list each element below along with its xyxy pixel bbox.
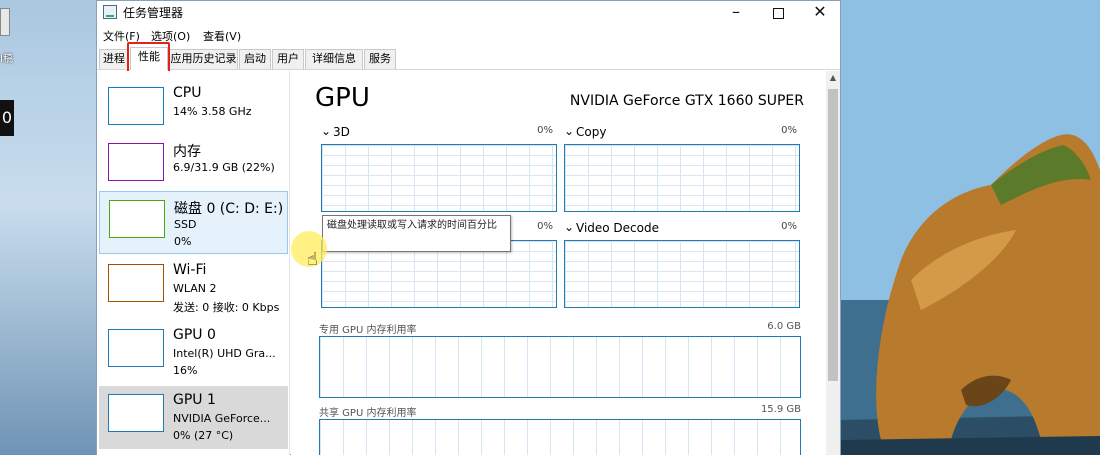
menu-view[interactable]: 查看(V) [203, 28, 241, 44]
page-title: GPU [315, 83, 370, 113]
tab-details[interactable]: 详细信息 [305, 49, 363, 69]
chevron-down-icon[interactable]: ⌄ [564, 124, 574, 138]
vertical-scrollbar[interactable]: ▲ [826, 71, 840, 455]
perf-item-name: 磁盘 0 (C: D: E:) [174, 201, 284, 217]
tab-app-history[interactable]: 应用历史记录 [169, 49, 238, 69]
perf-item-detail: SSD [174, 218, 197, 231]
menu-bar: 文件(F) 选项(O) 查看(V) [97, 26, 840, 44]
desktop-file-icon[interactable] [0, 8, 10, 36]
engine-graph-video-decode [564, 240, 800, 308]
memory-mini-graph [108, 143, 164, 181]
perf-item-wifi[interactable]: Wi-Fi WLAN 2 发送: 0 接收: 0 Kbps [99, 256, 288, 319]
perf-item-usage: 发送: 0 接收: 0 Kbps [173, 301, 280, 314]
engine-graph-3d [321, 144, 557, 212]
engine-graph-copy [564, 144, 800, 212]
title-bar[interactable]: 任务管理器 – ✕ [97, 1, 840, 25]
dedicated-mem-label: 专用 GPU 内存利用率 [319, 325, 417, 336]
disk-tooltip: 磁盘处理读取或写入请求的时间百分比 [322, 215, 511, 252]
hand-cursor-icon: ☝ [307, 249, 318, 270]
engine-pct-hidden: 0% [537, 221, 553, 232]
minimize-button[interactable]: – [715, 1, 757, 25]
gpu0-mini-graph [108, 329, 164, 367]
perf-item-name: 内存 [173, 144, 201, 160]
maximize-button[interactable] [757, 1, 799, 25]
perf-item-detail: 14% 3.58 GHz [173, 105, 252, 118]
chevron-down-icon[interactable]: ⌄ [321, 124, 331, 138]
tab-processes[interactable]: 进程 [99, 49, 129, 69]
tab-performance[interactable]: 性能 [130, 47, 168, 70]
gpu-model-name: NVIDIA GeForce GTX 1660 SUPER [569, 93, 804, 109]
sea-cliff-scenery [841, 0, 1100, 455]
chevron-down-icon[interactable]: ⌄ [564, 220, 574, 234]
tab-bar: 进程 性能 应用历史记录 启动 用户 详细信息 服务 [97, 47, 840, 70]
engine-label-copy[interactable]: Copy [576, 125, 606, 139]
gpu-detail-panel: GPU NVIDIA GeForce GTX 1660 SUPER ⌄ 3D 0… [291, 71, 826, 455]
perf-item-detail: NVIDIA GeForce... [173, 412, 271, 425]
cpu-mini-graph [108, 87, 164, 125]
wifi-mini-graph [108, 264, 164, 302]
tab-startup[interactable]: 启动 [239, 49, 271, 69]
perf-item-name: GPU 0 [173, 327, 216, 343]
disk-mini-graph [109, 200, 165, 238]
perf-item-usage: 0% [174, 235, 192, 248]
scroll-up-icon[interactable]: ▲ [826, 73, 840, 85]
menu-file[interactable]: 文件(F) [103, 28, 140, 44]
perf-item-memory[interactable]: 内存 6.9/31.9 GB (22%) [99, 135, 288, 198]
perf-item-name: CPU [173, 85, 202, 101]
task-manager-window: 任务管理器 – ✕ 文件(F) 选项(O) 查看(V) 进程 性能 应用历史记录… [96, 0, 841, 455]
performance-resource-list: CPU 14% 3.58 GHz 内存 6.9/31.9 GB (22%) 磁盘… [97, 71, 290, 455]
perf-item-detail: Intel(R) UHD Gra... [173, 347, 276, 360]
menu-options[interactable]: 选项(O) [151, 28, 190, 44]
perf-item-cpu[interactable]: CPU 14% 3.58 GHz [99, 79, 288, 142]
perf-item-name: Wi-Fi [173, 262, 207, 278]
perf-item-detail: 6.9/31.9 GB (22%) [173, 161, 275, 174]
desktop-left-area [0, 0, 96, 455]
perf-item-detail: WLAN 2 [173, 282, 217, 295]
desktop-icon-label: I稿 [0, 54, 13, 65]
shared-mem-label: 共享 GPU 内存利用率 [319, 408, 417, 419]
perf-item-disk[interactable]: 磁盘 0 (C: D: E:) SSD 0% [99, 191, 288, 254]
engine-pct-video-decode: 0% [781, 221, 797, 232]
scroll-thumb[interactable] [828, 89, 838, 381]
gpu1-mini-graph [108, 394, 164, 432]
dedicated-mem-value: 6.0 GB [767, 321, 801, 332]
perf-item-gpu0[interactable]: GPU 0 Intel(R) UHD Gra... 16% [99, 321, 288, 384]
close-button[interactable]: ✕ [799, 1, 841, 25]
shared-mem-graph [319, 419, 801, 455]
engine-label-3d[interactable]: 3D [333, 125, 350, 139]
engine-pct-copy: 0% [781, 125, 797, 136]
shared-mem-value: 15.9 GB [760, 404, 801, 415]
window-title: 任务管理器 [123, 6, 184, 20]
engine-pct-3d: 0% [537, 125, 553, 136]
perf-item-usage: 16% [173, 364, 198, 377]
perf-item-gpu1[interactable]: GPU 1 NVIDIA GeForce... 0% (27 °C) [99, 386, 288, 449]
tab-users[interactable]: 用户 [272, 49, 304, 69]
desktop-dark-window-fragment: 0 [0, 100, 14, 136]
engine-label-video-decode[interactable]: Video Decode [576, 221, 659, 235]
perf-item-usage: 0% (27 °C) [173, 429, 234, 442]
tab-services[interactable]: 服务 [364, 49, 396, 69]
task-manager-icon [103, 5, 117, 19]
perf-item-name: GPU 1 [173, 392, 216, 408]
dedicated-mem-graph [319, 336, 801, 398]
